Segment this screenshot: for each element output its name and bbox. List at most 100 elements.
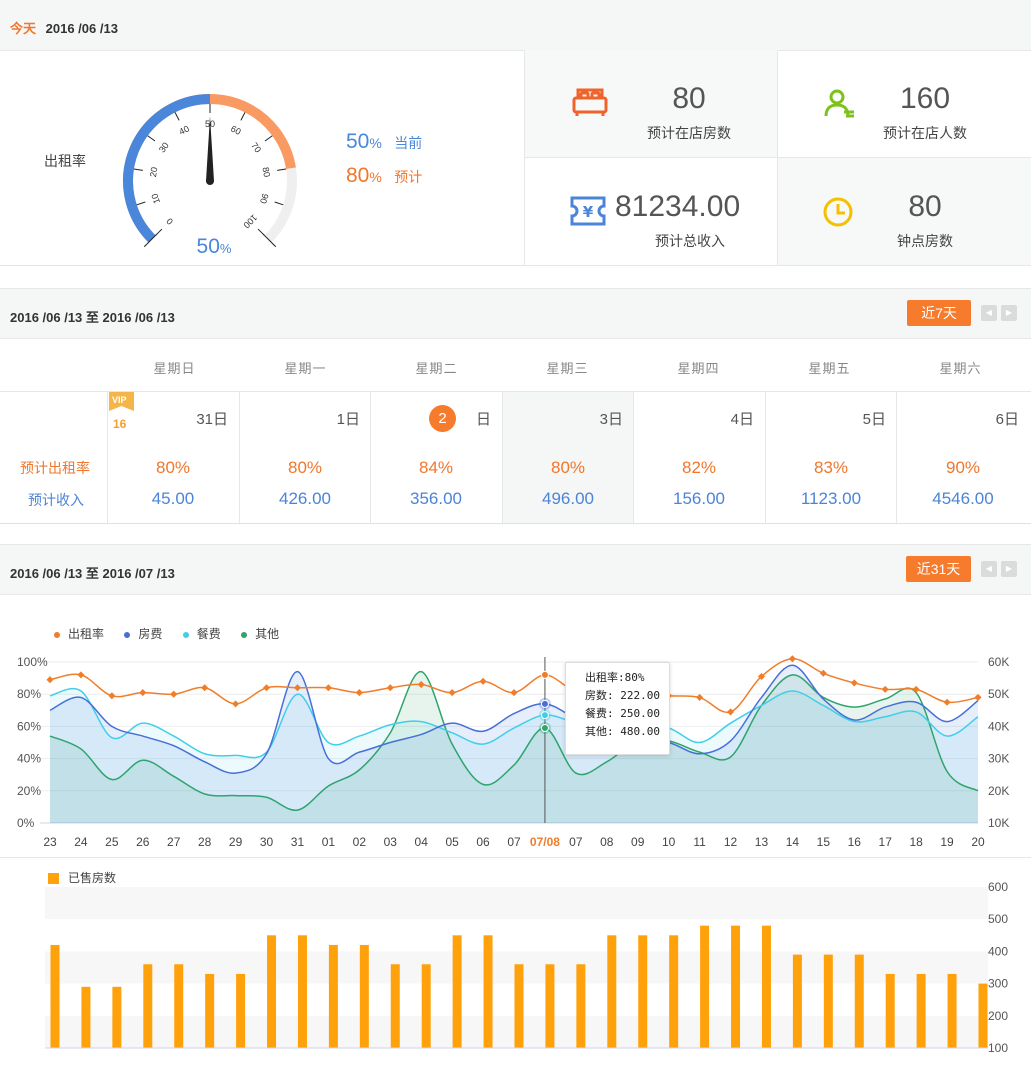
y-left-tick-label: 40% — [17, 752, 41, 766]
line-chart[interactable]: 100% 60K 80% 50K 60% 40K 40% 30K 20% 20K 0% 10K 23 24… — [0, 596, 1031, 856]
day-revenue: 426.00 — [279, 489, 331, 508]
last-31-days-button[interactable]: 近31天 — [906, 556, 971, 582]
svg-text:¥: ¥ — [583, 203, 594, 221]
x-tick-label: 09 — [631, 835, 645, 849]
weekday-sun: 星期日 — [153, 361, 196, 376]
gauge-tick-label: 10 — [149, 192, 162, 205]
stat-hourly-label: 钟点房数 — [897, 233, 953, 249]
day-number: 3日 — [599, 411, 623, 428]
summary-panel: 出租率 010 20 30 40 50 60 70 80 90 100 50% 50% 当前 80%… — [0, 50, 1031, 266]
vip-count: 16 — [113, 417, 127, 431]
day-cell-selected[interactable]: 3日 80% 496.00 — [502, 392, 633, 523]
grid-band — [45, 919, 988, 952]
gauge-tick — [136, 201, 146, 206]
last-7-days-button[interactable]: 近7天 — [907, 300, 971, 326]
weekday-mon: 星期一 — [284, 361, 327, 376]
tooltip-other: 其他: 480.00 — [585, 725, 660, 738]
month-next-button[interactable]: ▶ — [1001, 561, 1017, 577]
stat-guests: 160 预计在店人数 — [777, 50, 1031, 158]
day-revenue: 356.00 — [410, 489, 462, 508]
day-rate: 83% — [813, 458, 849, 477]
current-value: 50 — [346, 130, 370, 153]
stat-hourly-rooms: 80 钟点房数 — [777, 158, 1031, 266]
rate-point — [726, 708, 735, 716]
gauge-tick-label: 0 — [164, 216, 175, 227]
gauge-tick — [274, 201, 284, 206]
weekday-thu: 星期四 — [677, 361, 720, 376]
gauge-tick — [240, 112, 246, 121]
grid-band — [45, 887, 988, 920]
bar-chart[interactable]: 600 500 400 300 200 100 — [0, 875, 1031, 1065]
sold-rooms-bar — [112, 986, 122, 1048]
today-heading: 今天 2016 /06 /13 — [10, 18, 118, 37]
day-rate: 90% — [945, 458, 981, 477]
stat-guests-label: 预计在店人数 — [883, 125, 967, 141]
day-revenue: 1123.00 — [800, 489, 862, 508]
day-cell[interactable]: 4日 82% 156.00 — [633, 392, 764, 523]
x-tick-label: 10 — [662, 835, 676, 849]
month-bar: 2016 /06 /13 至 2016 /07 /13 近31天 ◀ ▶ — [0, 544, 1031, 595]
sold-rooms-bar — [328, 944, 338, 1048]
highlight-point — [540, 724, 549, 733]
weekday-wed: 星期三 — [546, 361, 589, 376]
y-tick-label: 100 — [988, 1041, 1008, 1055]
bed-icon — [572, 88, 608, 116]
day-cell-today[interactable]: 2 日 84% 356.00 — [370, 392, 501, 523]
sold-rooms-bar — [916, 973, 926, 1048]
day-number: 1日 — [336, 411, 360, 428]
sold-rooms-bar — [297, 935, 307, 1048]
sold-rooms-bar — [885, 973, 895, 1048]
x-tick-label: 24 — [74, 835, 88, 849]
y-right-tick-label: 60K — [988, 655, 1009, 669]
sold-rooms-bar — [50, 944, 60, 1048]
y-left-tick-label: 20% — [17, 784, 41, 798]
x-tick-label: 31 — [291, 835, 305, 849]
x-tick-label: 11 — [693, 835, 706, 849]
rate-point — [386, 684, 394, 692]
rate-point — [232, 700, 240, 708]
day-cell[interactable]: 1日 80% 426.00 — [239, 392, 370, 523]
x-tick-label: 14 — [786, 835, 800, 849]
x-tick-label: 15 — [817, 835, 831, 849]
y-right-tick-label: 30K — [988, 752, 1009, 766]
sold-rooms-bar — [452, 935, 462, 1048]
current-unit: % — [369, 135, 382, 151]
today-label: 今天 — [10, 21, 37, 36]
sold-rooms-bar — [390, 964, 400, 1048]
sold-rooms-bar — [359, 944, 369, 1048]
y-tick-label: 500 — [988, 912, 1008, 926]
x-tick-label: 28 — [198, 835, 212, 849]
stat-rooms: 80 预计在店房数 — [524, 50, 777, 158]
gauge-pivot — [206, 177, 214, 185]
rate-point — [974, 693, 982, 701]
day-number: 6日 — [995, 411, 1019, 428]
y-tick-label: 400 — [988, 944, 1008, 958]
rate-point — [139, 689, 147, 697]
rate-point — [881, 685, 889, 693]
x-tick-label: 07 — [507, 835, 521, 849]
sold-rooms-bar — [761, 925, 771, 1048]
x-tick-label: 13 — [755, 835, 769, 849]
x-tick-label: 12 — [724, 835, 738, 849]
weekday-sat: 星期六 — [939, 361, 982, 376]
y-right-tick-label: 50K — [988, 687, 1009, 701]
sold-rooms-bar — [854, 954, 864, 1048]
rate-point — [850, 679, 858, 687]
x-tick-label: 30 — [260, 835, 274, 849]
day-revenue: 156.00 — [673, 489, 725, 508]
day-cell[interactable]: 5日 83% 1123.00 — [765, 392, 896, 523]
y-left-tick-label: 100% — [17, 655, 48, 669]
day-cell[interactable]: VIP 16 31日 80% 45.00 — [107, 392, 238, 523]
day-rate: 80% — [550, 458, 586, 477]
week-next-button[interactable]: ▶ — [1001, 305, 1017, 321]
tooltip-rate: 出租率:80% — [585, 671, 645, 684]
day-cell[interactable]: 6日 90% 4546.00 — [896, 392, 1029, 523]
weekday-tue: 星期二 — [415, 361, 458, 376]
x-tick-label: 05 — [445, 835, 459, 849]
rate-point — [108, 692, 116, 700]
week-prev-button[interactable]: ◀ — [981, 305, 997, 321]
x-tick-label: 18 — [909, 835, 923, 849]
month-prev-button[interactable]: ◀ — [981, 561, 997, 577]
rate-point — [46, 676, 54, 684]
forecast-label: 预计 — [394, 169, 423, 185]
